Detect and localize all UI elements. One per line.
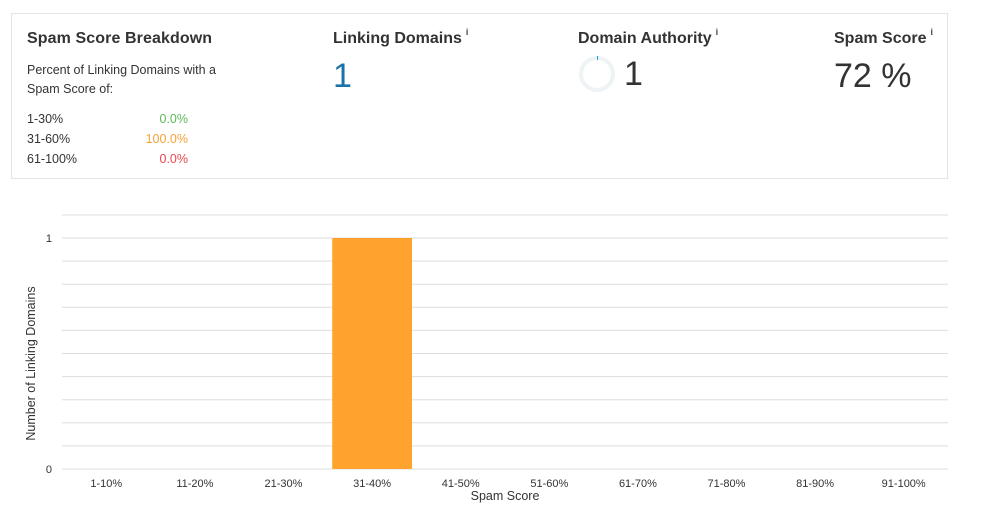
domain-authority-label: Domain Authority: [578, 30, 712, 47]
x-tick-label: 61-70%: [619, 478, 657, 490]
linking-domains-label: Linking Domains: [333, 30, 462, 47]
linking-domains-title: Linking Domains i: [333, 27, 469, 48]
chart-svg: 011-10% 11-20% 21-30% 31-40% 41-50% 51-60% 61-…: [24, 214, 948, 503]
x-tick-label: 1-10%: [90, 478, 122, 490]
domain-authority-metric: Domain Authority i 1: [578, 27, 719, 94]
x-tick-label: 31-40%: [353, 478, 391, 490]
spam-breakdown-panel: Spam Score Breakdown Percent of Linking …: [27, 30, 287, 169]
spam-score-metric: Spam Score i 72 %: [834, 27, 933, 96]
x-axis-label: Spam Score: [471, 489, 540, 503]
domain-authority-title: Domain Authority i: [578, 27, 719, 48]
y-tick-label: 0: [46, 464, 52, 476]
info-icon[interactable]: i: [716, 27, 719, 37]
breakdown-percent: 0.0%: [159, 152, 189, 166]
y-axis-label: Number of Linking Domains: [24, 286, 38, 440]
x-tick-label: 21-30%: [265, 478, 303, 490]
summary-card: Spam Score Breakdown Percent of Linking …: [11, 13, 948, 179]
info-icon[interactable]: i: [930, 27, 933, 37]
spam-score-chart: 0 1 1-10% 11-20% 21-30% 31-40% 41-50% 51-60% 61-…: [0, 190, 983, 521]
breakdown-title: Spam Score Breakdown: [27, 30, 213, 47]
breakdown-range: 1-30%: [27, 112, 64, 126]
linking-domains-value: 1: [333, 57, 352, 95]
x-tick-label: 71-80%: [708, 478, 746, 490]
breakdown-row: 61-100% 0.0%: [27, 149, 287, 169]
domain-authority-value: 1: [624, 55, 643, 93]
breakdown-percent: 100.0%: [145, 132, 188, 146]
breakdown-row: 1-30% 0.0%: [27, 109, 287, 129]
spam-score-value: 72 %: [834, 57, 912, 95]
spam-score-title: Spam Score i: [834, 27, 933, 48]
linking-domains-metric: Linking Domains i 1: [333, 27, 469, 96]
x-tick-label: 11-20%: [176, 478, 213, 490]
x-tick-label: 81-90%: [796, 478, 834, 490]
y-tick-label: 1: [46, 233, 52, 245]
breakdown-range: 31-60%: [27, 132, 71, 146]
breakdown-row: 31-60% 100.0%: [27, 129, 287, 149]
info-icon[interactable]: i: [466, 27, 469, 37]
breakdown-percent: 0.0%: [159, 112, 189, 126]
domain-authority-ring-icon: [578, 55, 616, 93]
breakdown-description: Percent of Linking Domains with a Spam S…: [27, 63, 216, 96]
bar: [332, 238, 412, 469]
domain-authority-display: 1: [578, 54, 718, 94]
spam-score-label: Spam Score: [834, 30, 927, 47]
x-tick-label: 91-100%: [882, 478, 926, 490]
breakdown-rows: 1-30% 0.0% 31-60% 100.0% 61-100% 0.0%: [27, 109, 287, 169]
breakdown-range: 61-100%: [27, 152, 78, 166]
